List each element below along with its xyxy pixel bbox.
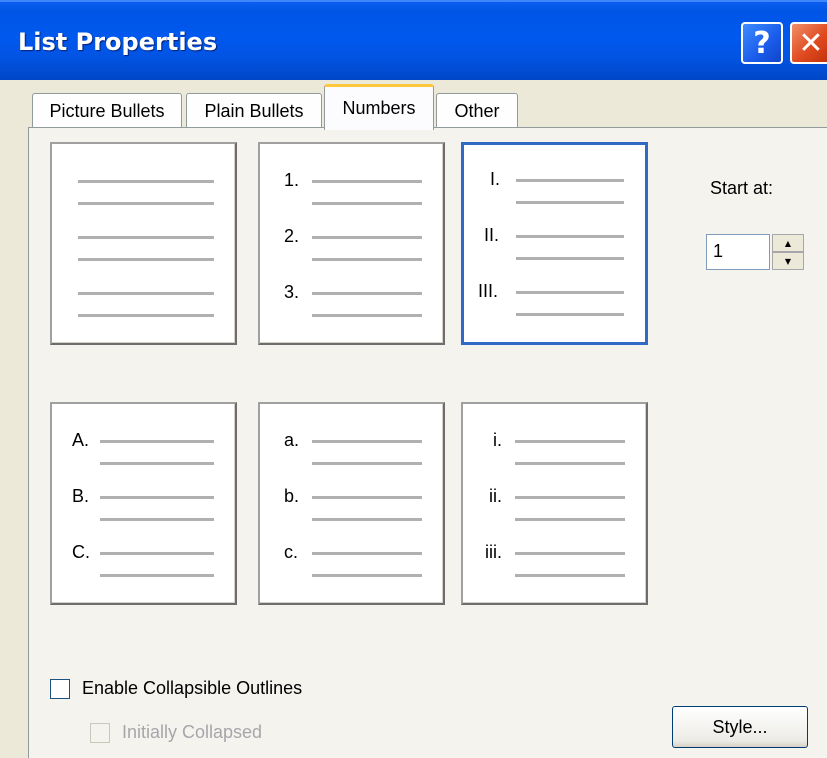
style-option-lower-alpha[interactable]: a. b. c. [258,402,445,605]
preview-line [100,518,214,521]
preview-line [100,552,214,555]
marker-label: 1. [284,170,300,190]
tab-plain-bullets[interactable]: Plain Bullets [186,93,322,128]
style-button[interactable]: Style... [672,706,808,748]
preview-line [78,180,214,183]
marker-label: i. [493,430,502,450]
marker-label: b. [284,486,300,506]
preview-line [515,440,625,443]
style-preview: i. ii. iii. [463,404,646,603]
preview-line [515,518,625,521]
close-button[interactable]: ✕ [790,22,827,64]
style-preview: I. II. III. [464,145,645,342]
start-at-input[interactable]: 1 [706,234,770,270]
spin-up-icon[interactable]: ▲ [772,234,804,252]
preview-line [78,202,214,205]
marker-label: c. [284,542,299,562]
marker-label: iii. [485,542,502,562]
start-at-label: Start at: [710,178,774,198]
preview-line [515,574,625,577]
initially-collapsed-label: Initially Collapsed [122,722,263,742]
preview-line [78,314,214,317]
style-option-none[interactable] [50,142,237,345]
preview-line [516,179,624,182]
spin-down-icon[interactable]: ▼ [772,252,804,270]
tab-other[interactable]: Other [436,93,518,128]
style-option-lower-roman[interactable]: i. ii. iii. [461,402,648,605]
preview-line [100,574,214,577]
preview-line [312,462,422,465]
preview-line [312,292,422,295]
style-preview: a. b. c. [260,404,443,603]
preview-line [312,258,422,261]
marker-label: C. [72,542,90,562]
preview-line [312,574,422,577]
preview-line [100,462,214,465]
marker-label: 3. [284,282,300,302]
preview-line [78,292,214,295]
preview-line [312,440,422,443]
preview-line [312,314,422,317]
style-option-arabic[interactable]: 1. 2. 3. [258,142,445,345]
marker-label: II. [484,225,500,245]
marker-label: B. [72,486,90,506]
preview-line [516,201,624,204]
preview-line [515,552,625,555]
window-title: List Properties [18,28,218,56]
preview-line [312,180,422,183]
marker-label: 2. [284,226,300,246]
help-icon: ? [753,25,771,61]
style-option-upper-alpha[interactable]: A. B. C. [50,402,237,605]
preview-line [516,313,624,316]
help-button[interactable]: ? [741,22,783,64]
marker-label: III. [478,281,499,301]
style-preview: A. B. C. [52,404,235,603]
tab-strip: Picture Bullets Plain Bullets Numbers Ot… [0,80,827,130]
initially-collapsed-checkbox [90,722,110,743]
preview-line [515,462,625,465]
preview-line [78,258,214,261]
preview-line [515,496,625,499]
preview-line [516,291,624,294]
enable-collapsible-option[interactable]: Enable Collapsible Outlines [50,678,302,699]
marker-label: ii. [489,486,502,506]
style-option-upper-roman[interactable]: I. II. III. [461,142,648,345]
marker-label: I. [490,169,501,189]
preview-line [312,236,422,239]
preview-line [516,257,624,260]
preview-line [100,496,214,499]
preview-line [312,496,422,499]
style-preview [52,144,235,343]
tab-picture-bullets[interactable]: Picture Bullets [32,93,182,128]
preview-line [312,518,422,521]
marker-label: A. [72,430,90,450]
preview-line [78,236,214,239]
initially-collapsed-option: Initially Collapsed [90,722,262,743]
preview-line [312,552,422,555]
enable-collapsible-label: Enable Collapsible Outlines [82,678,303,698]
style-preview: 1. 2. 3. [260,144,443,343]
start-at-spinner[interactable]: ▲ ▼ [772,234,804,270]
tab-numbers[interactable]: Numbers [324,84,434,130]
marker-label: a. [284,430,300,450]
enable-collapsible-checkbox[interactable] [50,678,70,699]
preview-line [516,235,624,238]
preview-line [100,440,214,443]
close-icon: ✕ [798,25,824,61]
title-bar[interactable]: List Properties ? ✕ [0,0,827,80]
preview-line [312,202,422,205]
